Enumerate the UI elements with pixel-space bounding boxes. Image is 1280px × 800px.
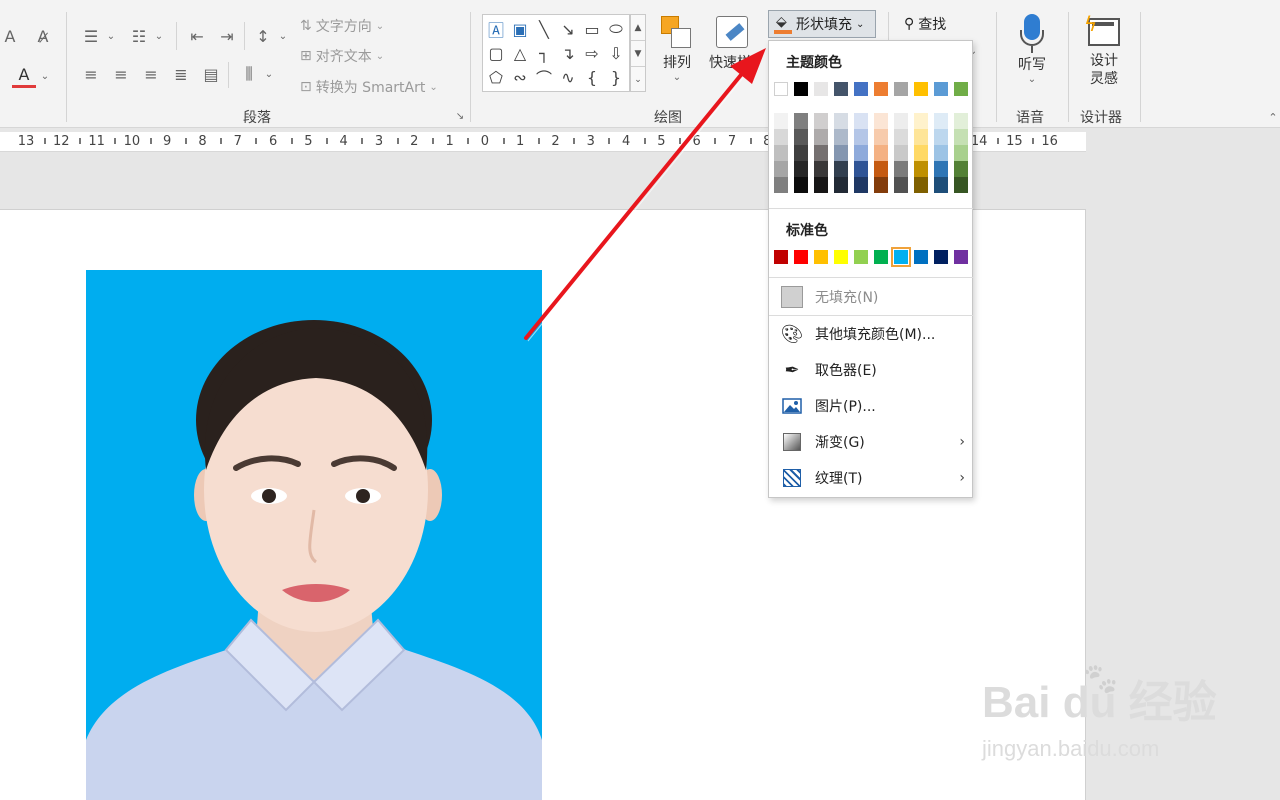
color-swatch[interactable]	[954, 177, 968, 193]
color-swatch[interactable]	[954, 82, 968, 96]
color-swatch[interactable]	[834, 250, 848, 264]
standard-colors-header: 标准色	[786, 223, 828, 239]
no-fill-label: 无填充(N)	[815, 290, 879, 306]
color-swatch[interactable]	[954, 161, 968, 177]
color-swatch[interactable]	[914, 145, 928, 161]
color-swatch[interactable]	[874, 129, 888, 145]
gradient-label: 渐变(G)	[815, 435, 865, 451]
color-swatch[interactable]	[954, 113, 968, 129]
color-swatch[interactable]	[794, 161, 808, 177]
color-swatch[interactable]	[774, 113, 788, 129]
color-swatch[interactable]	[774, 129, 788, 145]
color-swatch[interactable]	[794, 250, 808, 264]
color-swatch[interactable]	[854, 145, 868, 161]
color-swatch[interactable]	[814, 161, 828, 177]
chevron-right-icon: ›	[959, 470, 965, 486]
color-swatch[interactable]	[874, 82, 888, 96]
eyedropper-item[interactable]: ✒ 取色器(E)	[769, 353, 973, 387]
more-fill-colors-item[interactable]: 🎨︎ 其他填充颜色(M)...	[769, 317, 973, 351]
palette-icon: 🎨︎	[780, 323, 804, 345]
color-swatch[interactable]	[891, 247, 911, 267]
theme-colors-header: 主题颜色	[786, 55, 842, 71]
color-swatch[interactable]	[874, 250, 888, 264]
color-swatch[interactable]	[934, 113, 948, 129]
color-swatch[interactable]	[934, 129, 948, 145]
color-swatch[interactable]	[814, 177, 828, 193]
color-swatch[interactable]	[914, 161, 928, 177]
color-swatch[interactable]	[954, 250, 968, 264]
color-swatch[interactable]	[834, 129, 848, 145]
color-swatch[interactable]	[874, 177, 888, 193]
baidu-watermark: Bai du 经验 🐾︎ jingyan.baidu.com	[982, 660, 1222, 762]
color-swatch[interactable]	[854, 161, 868, 177]
color-swatch[interactable]	[814, 82, 828, 96]
color-swatch[interactable]	[934, 161, 948, 177]
more-fill-colors-label: 其他填充颜色(M)...	[815, 327, 936, 343]
color-swatch[interactable]	[934, 82, 948, 96]
color-swatch[interactable]	[794, 145, 808, 161]
color-swatch[interactable]	[934, 145, 948, 161]
color-swatch[interactable]	[794, 82, 808, 96]
color-swatch[interactable]	[834, 82, 848, 96]
color-swatch[interactable]	[774, 145, 788, 161]
color-swatch[interactable]	[794, 113, 808, 129]
color-swatch[interactable]	[874, 113, 888, 129]
color-swatch[interactable]	[814, 129, 828, 145]
color-swatch[interactable]	[814, 145, 828, 161]
color-swatch[interactable]	[814, 113, 828, 129]
gradient-item[interactable]: 渐变(G) ›	[769, 425, 973, 459]
color-swatch[interactable]	[954, 129, 968, 145]
color-swatch[interactable]	[934, 250, 948, 264]
color-swatch[interactable]	[834, 145, 848, 161]
color-swatch[interactable]	[794, 177, 808, 193]
color-swatch[interactable]	[834, 177, 848, 193]
color-swatch[interactable]	[854, 113, 868, 129]
menu-separator	[769, 315, 973, 316]
menu-separator	[769, 277, 973, 278]
color-swatch[interactable]	[954, 145, 968, 161]
color-swatch[interactable]	[934, 177, 948, 193]
color-swatch[interactable]	[834, 161, 848, 177]
color-swatch[interactable]	[914, 113, 928, 129]
color-swatch[interactable]	[894, 177, 908, 193]
color-swatch[interactable]	[854, 82, 868, 96]
shape-fill-menu[interactable]: 主题颜色 标准色 无填充(N) 🎨︎ 其他填充颜色(M)... ✒ 取色器(E)…	[768, 40, 973, 498]
color-swatch[interactable]	[834, 113, 848, 129]
eyedropper-label: 取色器(E)	[815, 363, 877, 379]
color-swatch[interactable]	[874, 145, 888, 161]
picture-label: 图片(P)...	[815, 399, 876, 415]
color-swatch[interactable]	[854, 250, 868, 264]
menu-separator	[769, 208, 973, 209]
color-swatch[interactable]	[914, 82, 928, 96]
color-swatch[interactable]	[894, 113, 908, 129]
color-swatch[interactable]	[914, 129, 928, 145]
color-swatch[interactable]	[874, 161, 888, 177]
gradient-icon	[769, 433, 815, 451]
texture-label: 纹理(T)	[815, 471, 863, 487]
color-swatch[interactable]	[774, 161, 788, 177]
color-swatch[interactable]	[794, 129, 808, 145]
chevron-right-icon: ›	[959, 434, 965, 450]
color-swatch[interactable]	[914, 177, 928, 193]
paw-icon: 🐾︎	[1080, 660, 1121, 698]
color-swatch[interactable]	[894, 145, 908, 161]
picture-icon	[769, 398, 815, 414]
color-swatch[interactable]	[894, 129, 908, 145]
texture-item[interactable]: 纹理(T) ›	[769, 461, 973, 495]
eyedropper-icon: ✒	[784, 359, 800, 381]
watermark-url: jingyan.baidu.com	[982, 736, 1160, 761]
color-swatch[interactable]	[854, 177, 868, 193]
color-swatch[interactable]	[914, 250, 928, 264]
color-swatch[interactable]	[894, 82, 908, 96]
no-fill-icon	[769, 286, 815, 308]
texture-icon	[769, 469, 815, 487]
color-swatch[interactable]	[854, 129, 868, 145]
color-swatch[interactable]	[774, 82, 788, 96]
color-swatch[interactable]	[814, 250, 828, 264]
color-swatch[interactable]	[774, 250, 788, 264]
no-fill-item[interactable]: 无填充(N)	[769, 280, 973, 314]
picture-item[interactable]: 图片(P)...	[769, 389, 973, 423]
color-swatch[interactable]	[774, 177, 788, 193]
color-swatch[interactable]	[894, 161, 908, 177]
